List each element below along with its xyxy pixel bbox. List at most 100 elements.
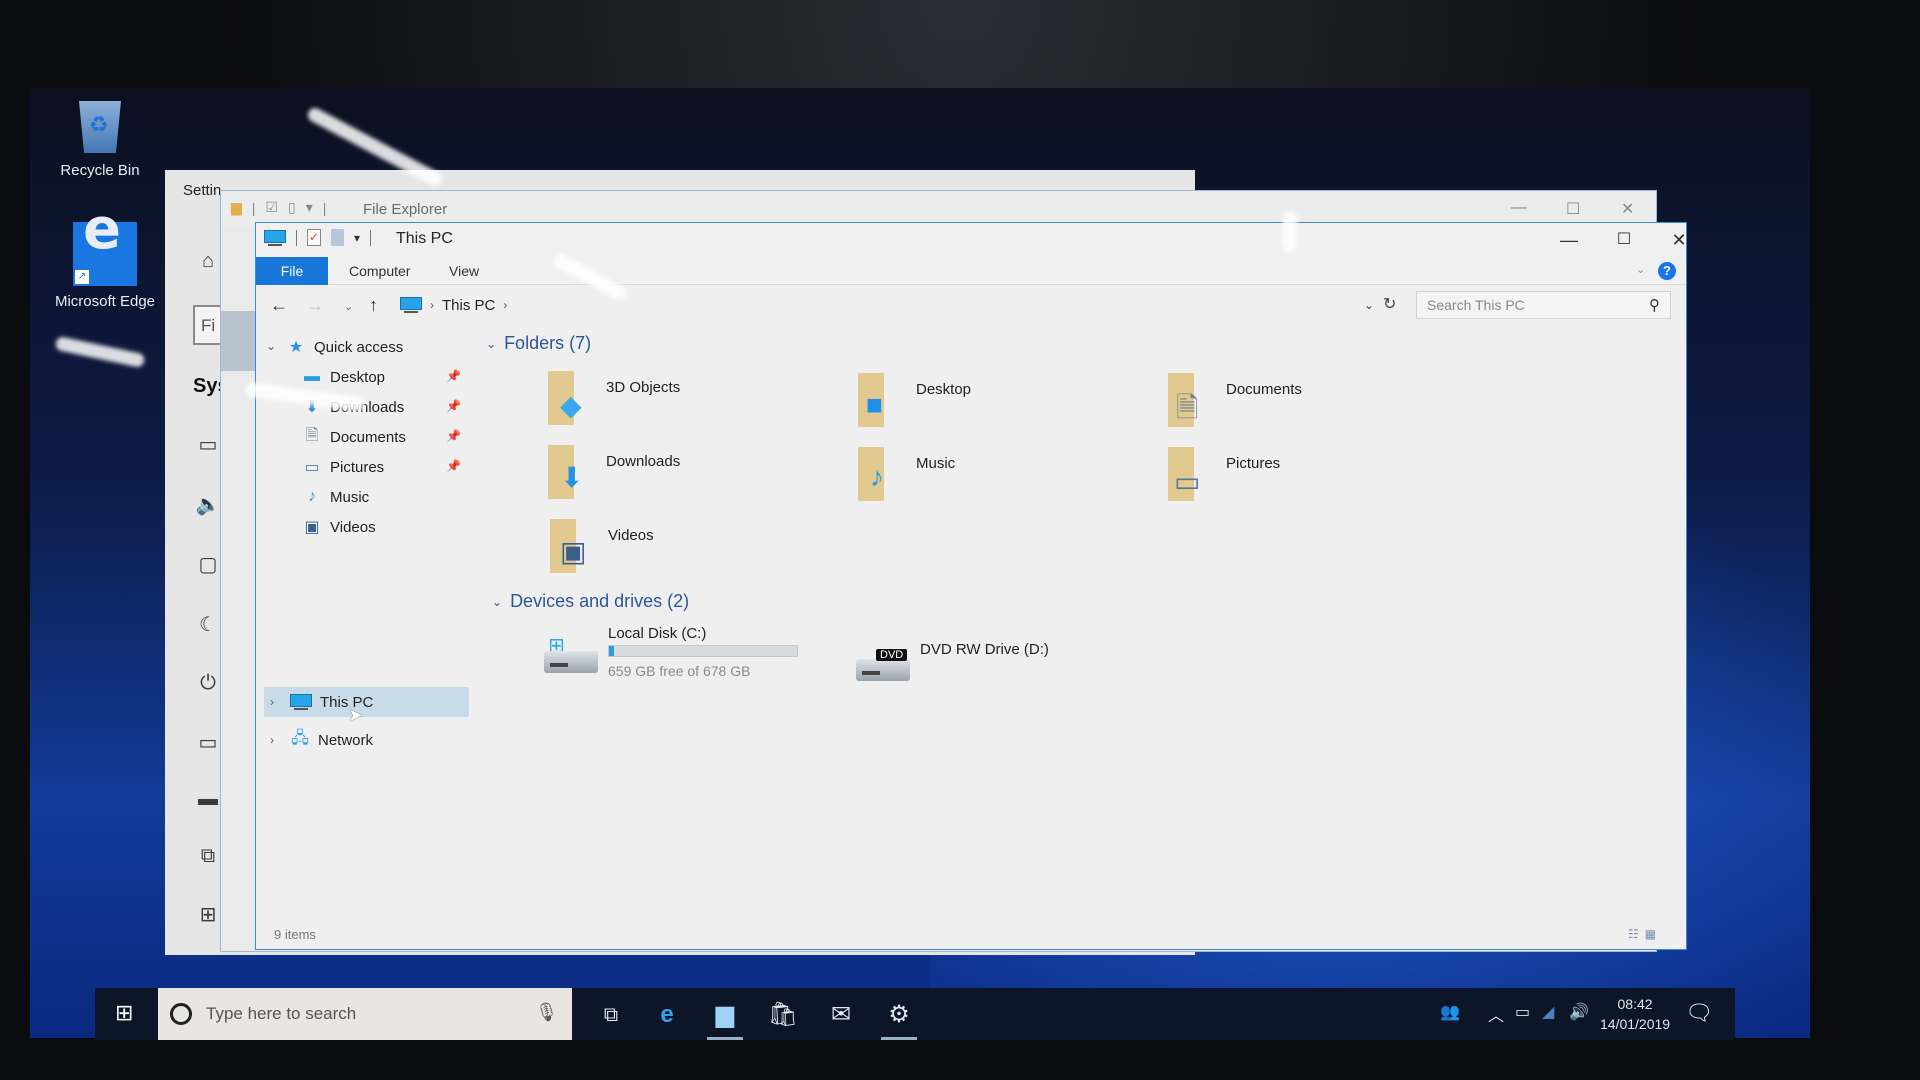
forward-button[interactable]: →: [306, 295, 324, 316]
desktop-folder-icon: ■: [866, 389, 883, 420]
nav-item-pictures[interactable]: ▭ Pictures: [302, 453, 384, 481]
sound-icon[interactable]: 🔈: [193, 492, 223, 517]
expand-chevron-icon[interactable]: ›: [270, 695, 274, 709]
file-explorer-taskbar-icon[interactable]: ▆: [701, 996, 749, 1040]
show-hidden-icons-chevron-icon[interactable]: ︿: [1488, 1002, 1504, 1026]
desktop-icon-microsoft-edge[interactable]: e ↗ Microsoft Edge: [50, 202, 160, 311]
task-view-icon[interactable]: ⧉: [587, 996, 635, 1034]
nav-item-network[interactable]: 🖧 Network: [290, 726, 373, 754]
nav-item-videos[interactable]: ▣ Videos: [302, 513, 375, 541]
maximize-button[interactable]: ☐: [1566, 199, 1580, 219]
power-icon[interactable]: ⏻: [193, 672, 223, 695]
pin-icon[interactable]: 📌: [446, 369, 461, 383]
search-input[interactable]: Search This PC ⚲: [1416, 291, 1671, 319]
display-icon[interactable]: ▭: [193, 432, 223, 457]
edge-taskbar-icon[interactable]: e: [643, 996, 691, 1034]
focus-assist-icon[interactable]: ☾: [193, 612, 223, 637]
breadcrumb-separator[interactable]: ›: [503, 298, 507, 312]
tab-file[interactable]: File: [256, 257, 328, 285]
nav-item-label: Desktop: [330, 368, 386, 386]
group-header-folders[interactable]: ⌄ Folders (7): [486, 333, 591, 354]
nav-item-label: Pictures: [330, 458, 385, 476]
search-icon[interactable]: ⚲: [1649, 296, 1660, 314]
nav-item-music[interactable]: ♪ Music: [302, 483, 369, 511]
folder-tile-desktop[interactable]: ■ Desktop: [856, 373, 1156, 433]
taskbar-search-box[interactable]: Type here to search 🎙: [158, 988, 572, 1040]
nav-item-desktop[interactable]: ▬ Desktop: [302, 363, 385, 391]
storage-icon[interactable]: ▬: [193, 788, 223, 811]
folder-tile-downloads[interactable]: ⬇ Downloads: [546, 445, 846, 505]
properties-icon[interactable]: ☑: [265, 199, 278, 216]
new-folder-icon[interactable]: [331, 229, 344, 246]
large-icons-view-icon[interactable]: ▦: [1645, 927, 1656, 941]
minimize-button[interactable]: —: [1511, 199, 1527, 217]
start-button[interactable]: ⊞: [115, 1000, 133, 1026]
drive-tile-dvd-rw-d[interactable]: DVD DVD RW Drive (D:): [856, 633, 1136, 693]
nav-item-documents[interactable]: 🗎 Documents: [302, 423, 406, 451]
volume-icon[interactable]: 🔊: [1569, 1002, 1589, 1022]
address-history-chevron-icon[interactable]: ⌄: [1364, 298, 1374, 312]
minimize-button[interactable]: —: [1546, 225, 1592, 255]
recent-locations-chevron-icon[interactable]: ⌄: [344, 300, 353, 313]
drive-free-space: 659 GB free of 678 GB: [608, 663, 751, 679]
expand-ribbon-chevron-icon[interactable]: ⌄: [1636, 263, 1645, 276]
folder-tile-videos[interactable]: ▣ Videos: [548, 519, 848, 579]
wifi-icon[interactable]: ◢: [1542, 1002, 1554, 1022]
collapse-chevron-icon[interactable]: ⌄: [266, 339, 276, 353]
breadcrumb-this-pc[interactable]: This PC: [442, 297, 495, 314]
microphone-icon[interactable]: 🎙: [535, 1002, 558, 1023]
close-button[interactable]: ✕: [1656, 225, 1702, 255]
drive-tile-local-disk-c[interactable]: ⊞ Local Disk (C:) 659 GB free of 678 GB: [544, 625, 844, 695]
expand-chevron-icon[interactable]: ›: [270, 733, 274, 747]
desktop-folder-icon: ▬: [304, 368, 320, 385]
action-center-icon[interactable]: 🗨: [1685, 1000, 1713, 1026]
people-icon[interactable]: 👥: [1440, 1002, 1460, 1022]
window-title: File Explorer: [363, 201, 448, 218]
folder-tile-documents[interactable]: 🗎 Documents: [1166, 373, 1466, 433]
pin-icon[interactable]: 📌: [446, 429, 461, 443]
battery-icon[interactable]: ▭: [193, 730, 223, 755]
folder-tile-music[interactable]: ♪ Music: [856, 447, 1156, 507]
breadcrumb-separator[interactable]: ›: [430, 298, 434, 312]
tab-computer[interactable]: Computer: [331, 257, 428, 285]
clock[interactable]: 08:42 14/01/2019: [1600, 994, 1670, 1034]
new-folder-icon[interactable]: ▯: [288, 199, 296, 216]
group-header-devices[interactable]: ⌄ Devices and drives (2): [492, 591, 689, 612]
multitasking-icon[interactable]: ⊞: [193, 902, 223, 927]
customize-toolbar-icon[interactable]: ▾: [306, 199, 313, 216]
recycle-bin-icon: ♻: [73, 95, 127, 155]
file-explorer-window[interactable]: ✓ ▾ This PC — ☐ ✕ File Computer View ⌄ ?…: [255, 222, 1687, 950]
folder-tile-3d-objects[interactable]: ◆ 3D Objects: [546, 371, 846, 431]
details-view-icon[interactable]: ☷: [1628, 927, 1639, 941]
address-bar[interactable]: › This PC ›: [396, 291, 1461, 319]
back-button[interactable]: ←: [270, 295, 288, 316]
up-button[interactable]: ↑: [369, 295, 378, 316]
settings-gear-icon[interactable]: ⚙: [875, 996, 923, 1040]
group-header-label: Devices and drives (2): [510, 591, 690, 611]
this-pc-icon: [264, 229, 286, 246]
close-button[interactable]: ✕: [1621, 199, 1634, 219]
customize-toolbar-icon[interactable]: ▾: [354, 231, 360, 245]
search-placeholder: Type here to search: [206, 1004, 357, 1023]
tab-view[interactable]: View: [431, 257, 497, 285]
battery-icon[interactable]: ▭: [1515, 1002, 1530, 1022]
folder-tile-pictures[interactable]: ▭ Pictures: [1166, 447, 1466, 507]
help-icon[interactable]: ?: [1658, 262, 1676, 280]
refresh-icon[interactable]: ↻: [1383, 294, 1396, 314]
mail-icon[interactable]: ✉: [817, 996, 865, 1034]
maximize-button[interactable]: ☐: [1601, 225, 1647, 255]
desktop-icon-recycle-bin[interactable]: ♻ Recycle Bin: [45, 95, 155, 180]
desktop-icon-label: Recycle Bin: [60, 162, 140, 179]
folder-label: Downloads: [606, 453, 681, 470]
separator: |: [322, 199, 327, 216]
nav-item-quick-access[interactable]: ★ Quick access: [286, 333, 403, 361]
tablet-mode-icon[interactable]: ⧉: [193, 845, 223, 868]
store-icon[interactable]: 🛍: [759, 996, 807, 1034]
network-icon: 🖧: [291, 729, 309, 747]
properties-icon[interactable]: ✓: [307, 229, 321, 246]
pin-icon[interactable]: 📌: [446, 399, 461, 413]
pin-icon[interactable]: 📌: [446, 459, 461, 473]
home-icon[interactable]: ⌂: [193, 250, 223, 273]
notifications-icon[interactable]: ▢: [193, 552, 223, 577]
title-bar[interactable]: ✓ ▾ This PC — ☐ ✕: [256, 223, 1687, 257]
